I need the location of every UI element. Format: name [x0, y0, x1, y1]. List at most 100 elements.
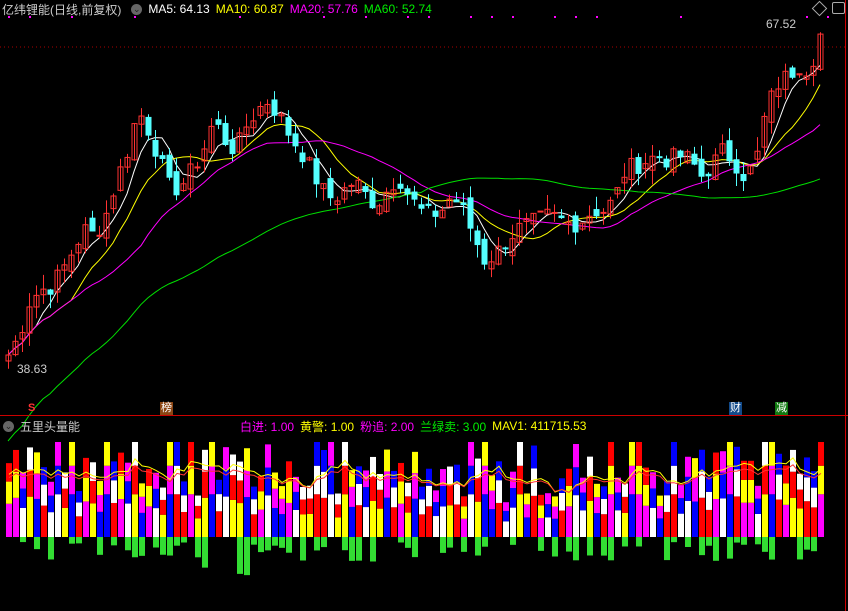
volume-bar — [538, 505, 544, 519]
volume-bar — [104, 442, 110, 466]
volume-bar — [146, 485, 152, 507]
volume-down-bar — [755, 537, 761, 545]
volume-bar — [559, 510, 565, 537]
volume-bar — [748, 502, 754, 537]
candle-body — [404, 188, 411, 195]
volume-down-bar — [601, 537, 607, 556]
volume-bar — [363, 487, 369, 508]
volume-bar — [412, 498, 418, 537]
volume-bar — [335, 517, 341, 537]
volume-bar — [643, 505, 649, 537]
volume-bar — [174, 442, 180, 466]
signal-dot — [680, 16, 682, 18]
volume-bar — [258, 509, 264, 537]
volume-bar — [286, 461, 292, 481]
volume-bar — [643, 484, 649, 506]
volume-bar — [426, 485, 432, 507]
volume-bar — [328, 442, 334, 466]
volume-bar — [405, 482, 411, 497]
panel-toggle-icon[interactable] — [832, 2, 845, 14]
volume-bar — [405, 496, 411, 513]
volume-bar — [657, 505, 663, 519]
candle-body — [663, 158, 670, 168]
badge-s[interactable]: S — [27, 402, 36, 415]
volume-down-bar — [314, 537, 320, 551]
badge-jian[interactable]: 减 — [775, 402, 788, 415]
candle-body — [348, 184, 355, 187]
volume-down-bar — [713, 537, 719, 561]
volume-bar — [699, 497, 705, 537]
volume-bar — [755, 513, 761, 537]
volume-bar — [132, 465, 138, 495]
volume-bar — [552, 496, 558, 507]
volume-bar — [713, 473, 719, 499]
candle-body — [369, 190, 376, 209]
volume-bar — [34, 473, 40, 499]
volume-bar — [769, 494, 775, 537]
volume-bar — [405, 512, 411, 537]
volume-bar — [293, 491, 299, 510]
volume-title: 五里头量能 — [20, 419, 81, 434]
volume-bar — [440, 486, 446, 507]
volume-bar — [622, 512, 628, 537]
volume-bar — [391, 487, 397, 508]
badge-bang[interactable]: 榜 — [160, 402, 173, 415]
candle-body — [96, 234, 103, 237]
volume-bar — [797, 508, 803, 537]
low-price-label: 38.63 — [17, 362, 48, 376]
volume-bar — [461, 518, 467, 537]
volume-bar — [356, 505, 362, 537]
volume-bar — [321, 497, 327, 537]
volume-bar — [524, 517, 530, 537]
volume-bar — [468, 494, 474, 537]
volume-bar — [475, 478, 481, 502]
volume-bar — [699, 449, 705, 472]
volume-bar — [335, 493, 341, 505]
volume-bar — [6, 481, 12, 504]
volume-bar — [314, 442, 320, 466]
volume-bar — [265, 444, 271, 468]
volume-down-bar — [160, 537, 166, 555]
volume-bar — [153, 488, 159, 509]
kline-chart[interactable] — [0, 0, 848, 611]
volume-bar — [286, 502, 292, 537]
volume-bar — [111, 502, 117, 537]
fen-value: 粉追: 2.00 — [360, 419, 415, 434]
volume-bar — [370, 476, 376, 501]
volume-bar — [27, 496, 33, 537]
volume-bar — [90, 480, 96, 504]
volume-down-bar — [265, 537, 271, 551]
candle-body — [159, 155, 166, 159]
candle-body — [551, 211, 558, 214]
candle-body — [89, 217, 96, 232]
volume-bar — [384, 449, 390, 472]
volume-bar — [510, 471, 516, 489]
ma60-line — [7, 177, 821, 442]
volume-bar — [76, 491, 82, 503]
volume-bar — [664, 511, 670, 537]
volume-bar — [167, 494, 173, 537]
volume-bar — [608, 465, 614, 495]
volume-bar — [398, 481, 404, 504]
volume-down-bar — [727, 537, 733, 559]
candle-body — [726, 140, 733, 162]
volume-bar — [601, 486, 607, 499]
volume-bar — [797, 473, 803, 490]
volume-bar — [447, 484, 453, 506]
candle-body — [173, 171, 180, 196]
signal-dot — [806, 16, 808, 18]
chevron-down-icon[interactable]: ⌄ — [3, 420, 14, 432]
volume-down-bar — [440, 537, 446, 553]
volume-bar — [734, 496, 740, 537]
chevron-down-icon[interactable]: ⌄ — [131, 3, 143, 15]
volume-bar — [496, 502, 502, 537]
badge-cai[interactable]: 财 — [729, 402, 742, 415]
candle-body — [194, 166, 201, 169]
volume-bar — [83, 457, 89, 478]
volume-bar — [118, 499, 124, 537]
volume-down-bar — [153, 537, 159, 548]
volume-down-bar — [132, 537, 138, 558]
volume-bar — [76, 502, 82, 517]
volume-bar — [762, 442, 768, 466]
volume-bar — [811, 487, 817, 508]
